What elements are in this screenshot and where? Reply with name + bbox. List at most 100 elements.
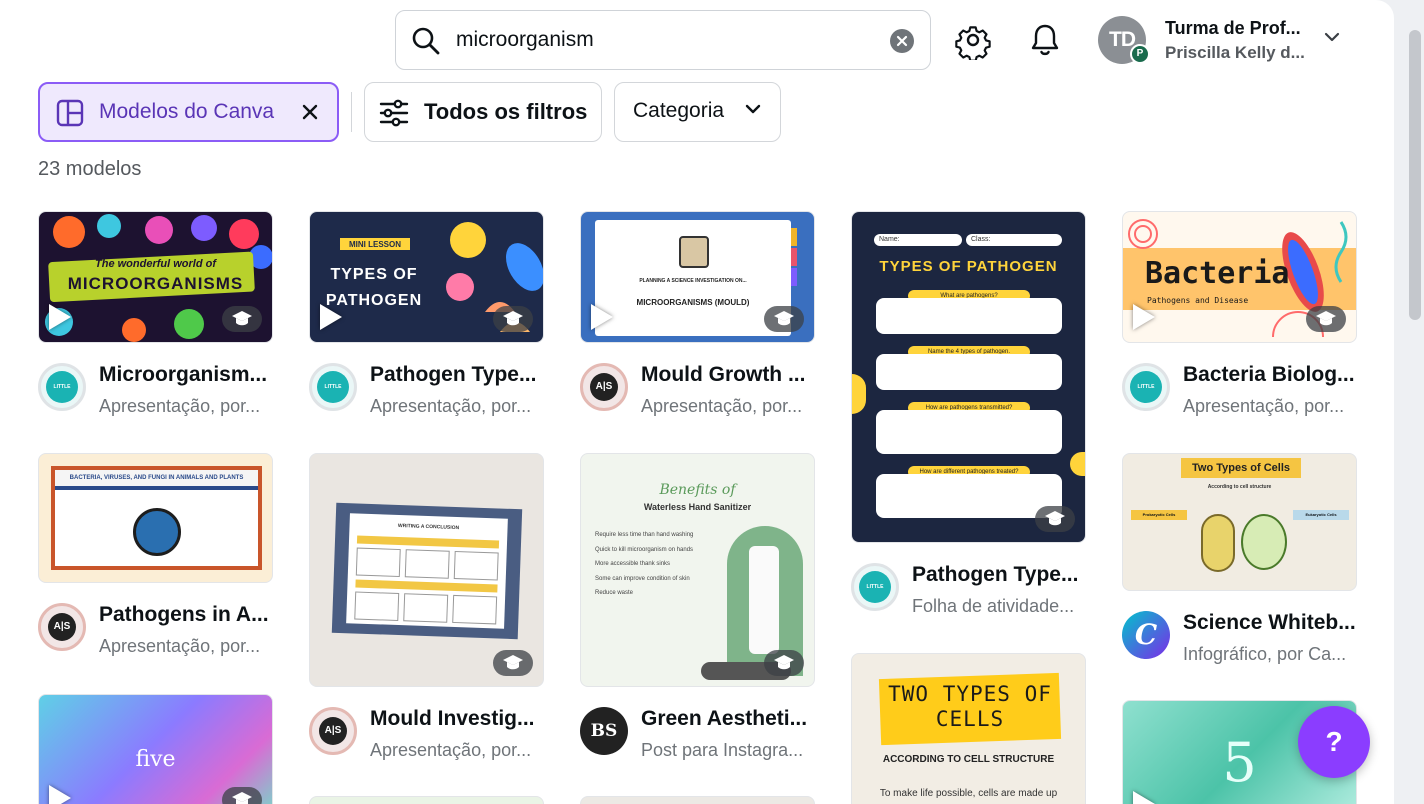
template-title[interactable]: Bacteria Biolog... (1183, 363, 1357, 387)
template-thumbnail[interactable]: The wonderful world of MICROORGANISMS (38, 211, 273, 343)
template-thumbnail[interactable]: Bacteria Pathogens and Disease (1122, 211, 1357, 343)
all-filters-button[interactable]: Todos os filtros (364, 82, 602, 142)
template-card[interactable]: MINI LESSON TYPES OF PATHOGEN LITTLE SCI… (309, 211, 544, 433)
template-thumbnail[interactable]: PLANNING A SCIENCE INVESTIGATION ON... M… (580, 211, 815, 343)
chip-label: Todos os filtros (424, 99, 588, 124)
slide-frame: WRITING A CONCLUSION (331, 502, 523, 640)
thumbnail-title: Bacteria (1145, 256, 1290, 291)
template-meta: BS Green Aestheti... Post para Instagra.… (580, 707, 815, 777)
creator-avatar: A|S (38, 603, 86, 651)
template-meta: LITTLE SCIENCE SHOP Pathogen Type... Apr… (309, 363, 544, 433)
template-subtitle: Apresentação, por... (99, 396, 261, 416)
template-thumbnail[interactable]: BACTERIA, VIRUSES, AND FUNGI IN ANIMALS … (38, 453, 273, 583)
thumbnail-tag: MINI LESSON (348, 240, 401, 249)
creator-avatar: A|S (309, 707, 357, 755)
notebook-page: PLANNING A SCIENCE INVESTIGATION ON... M… (595, 220, 797, 336)
account-subtitle: Priscilla Kelly d... (1165, 43, 1305, 62)
template-thumbnail[interactable]: WRITING A CONCLUSION (309, 453, 544, 687)
template-card[interactable]: Bacteria Pathogens and Disease LITTLE SC… (1122, 211, 1357, 433)
template-meta: LITTLE SCIENCE SHOP Microorganism... Apr… (38, 363, 273, 433)
search-input[interactable]: microorganism (456, 28, 594, 52)
team-badge: P (1130, 44, 1150, 64)
template-title[interactable]: Pathogen Type... (370, 363, 544, 387)
template-meta: LITTLE SCIENCE SHOP Pathogen Type... Fol… (851, 563, 1086, 633)
template-card[interactable]: TWO TYPES OF CELLS ACCORDING TO CELL STR… (851, 653, 1086, 804)
template-thumbnail[interactable]: Two Types of Cells According to cell str… (1122, 453, 1357, 591)
slide-frame: BACTERIA, VIRUSES, AND FUNGI IN ANIMALS … (51, 466, 262, 570)
sliders-icon (379, 99, 409, 127)
thumbnail-text: Benefits of (659, 482, 736, 498)
help-button[interactable]: ? (1298, 706, 1370, 778)
template-subtitle: Infográfico, por Ca... (1183, 644, 1347, 664)
template-meta: A|S Pathogens in A... Apresentação, por.… (38, 603, 273, 673)
filter-divider (351, 92, 352, 132)
creator-avatar: LITTLE SCIENCE SHOP (38, 363, 86, 411)
template-thumbnail[interactable]: TWO TYPES OF CELLS ACCORDING TO CELL STR… (851, 653, 1086, 804)
clear-search-button[interactable] (890, 29, 914, 53)
template-subtitle: Apresentação, por... (99, 636, 261, 656)
template-title[interactable]: Mould Investig... (370, 707, 544, 731)
play-icon (49, 304, 71, 330)
template-thumbnail[interactable]: MINI LESSON TYPES OF PATHOGEN (309, 211, 544, 343)
layout-icon (56, 99, 84, 127)
template-card[interactable]: The wonderful world of MICROORGANISMS LI… (38, 211, 273, 433)
template-thumbnail[interactable]: five (38, 694, 273, 804)
education-badge (764, 650, 804, 676)
thumbnail-text: PLANNING A SCIENCE INVESTIGATION ON... (639, 278, 747, 284)
gear-icon[interactable] (953, 20, 993, 60)
template-title[interactable]: Mould Growth ... (641, 363, 815, 387)
search-bar[interactable]: microorganism (395, 10, 931, 70)
template-thumbnail[interactable]: Name: Class: TYPES OF PATHOGEN What are … (851, 211, 1086, 543)
chevron-down-icon[interactable] (1324, 32, 1340, 42)
education-badge (764, 306, 804, 332)
thumbnail-title: Waterless Hand Sanitizer (643, 502, 752, 512)
scrollbar-thumb[interactable] (1409, 30, 1421, 320)
template-card[interactable]: BACTERIA, VIRUSES, AND FUNGI IN ANIMALS … (38, 453, 273, 673)
graduation-cap-icon (774, 655, 794, 670)
thumbnail-name-field: Name: (874, 234, 962, 246)
play-icon (1133, 791, 1155, 804)
account-menu[interactable]: TD P Turma de Prof... Priscilla Kelly d.… (1098, 14, 1348, 68)
education-badge (1035, 506, 1075, 532)
graduation-cap-icon (503, 655, 523, 670)
thumbnail-title: five (135, 747, 176, 772)
template-title[interactable]: Pathogen Type... (912, 563, 1086, 587)
template-card[interactable] (309, 796, 544, 804)
thumbnail-title: Two Types of Cells (1181, 458, 1301, 478)
thumbnail-class-field: Class: (966, 234, 1062, 246)
thumbnail-subtitle: ACCORDING TO CELL STRUCTURE (882, 754, 1055, 765)
graduation-cap-icon (1045, 511, 1065, 526)
education-badge (222, 787, 262, 804)
template-thumbnail[interactable] (580, 796, 815, 804)
creator-avatar: C (1122, 611, 1170, 659)
template-card[interactable]: Benefits of Waterless Hand Sanitizer Req… (580, 453, 815, 777)
template-card[interactable]: PLANNING A SCIENCE INVESTIGATION ON... M… (580, 211, 815, 433)
template-subtitle: Apresentação, por... (370, 740, 532, 760)
template-card[interactable]: five (38, 694, 273, 804)
close-icon[interactable] (300, 102, 320, 122)
thumbnail-left-label: Prokaryotic Cells (1131, 510, 1187, 520)
template-title[interactable]: Green Aestheti... (641, 707, 815, 731)
template-card[interactable]: Two Types of Cells According to cell str… (1122, 453, 1357, 681)
bell-icon[interactable] (1025, 20, 1065, 60)
template-title[interactable]: Pathogens in A... (99, 603, 273, 627)
template-thumbnail[interactable] (309, 796, 544, 804)
graduation-cap-icon (503, 311, 523, 326)
template-card[interactable]: WRITING A CONCLUSION A|S Mould Investig.… (309, 453, 544, 777)
template-meta: A|S Mould Growth ... Apresentação, por..… (580, 363, 815, 433)
education-badge (222, 306, 262, 332)
thumbnail-right-label: Eukaryotic Cells (1293, 510, 1349, 520)
template-card[interactable]: Name: Class: TYPES OF PATHOGEN What are … (851, 211, 1086, 633)
template-card[interactable] (580, 796, 815, 804)
template-thumbnail[interactable]: Benefits of Waterless Hand Sanitizer Req… (580, 453, 815, 687)
results-count: 23 modelos (38, 158, 142, 180)
template-subtitle: Folha de atividade... (912, 596, 1075, 616)
filter-chip-canva-templates[interactable]: Modelos do Canva (38, 82, 339, 142)
creator-avatar: BS (580, 707, 628, 755)
graduation-cap-icon (232, 311, 252, 326)
template-title[interactable]: Science Whiteb... (1183, 611, 1357, 635)
thumbnail-title: WRITING A CONCLUSION (397, 522, 460, 532)
template-title[interactable]: Microorganism... (99, 363, 273, 387)
template-meta: A|S Mould Investig... Apresentação, por.… (309, 707, 544, 777)
category-dropdown[interactable]: Categoria (614, 82, 781, 142)
